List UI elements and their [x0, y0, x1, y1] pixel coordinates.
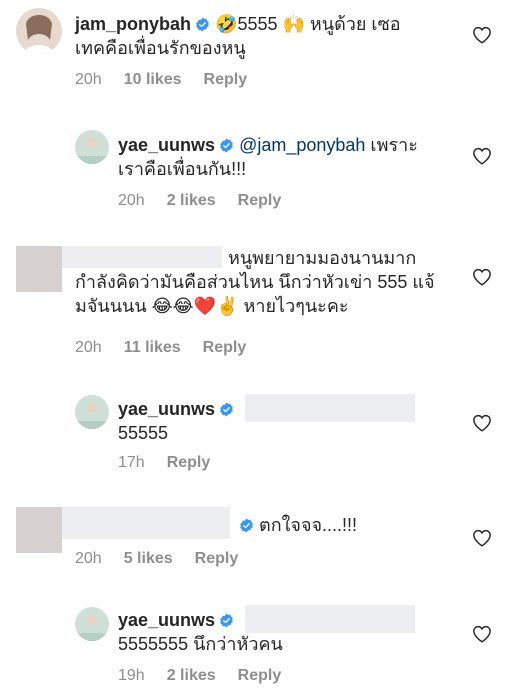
comment-likes[interactable]: 11 likes: [124, 339, 181, 356]
comment-username[interactable]: yae_uunws: [118, 610, 215, 630]
reply-button[interactable]: Reply: [204, 71, 248, 88]
comment-likes[interactable]: 5 likes: [124, 550, 173, 567]
reply-button[interactable]: Reply: [167, 454, 211, 471]
reply-button[interactable]: Reply: [203, 339, 247, 356]
comment-text-line2: เราคือเพื่อนกัน!!!: [118, 159, 247, 179]
avatar-yae-uunws[interactable]: [75, 607, 109, 641]
heart-icon[interactable]: [472, 625, 492, 643]
comment-text-line1: เพราะ: [365, 135, 418, 155]
mention-link[interactable]: @jam_ponybah: [239, 135, 365, 155]
avatar-blurred: [16, 246, 62, 292]
heart-icon[interactable]: [472, 26, 492, 44]
comment-text-line2: กำลังคิดว่ามันคือส่วนไหน นึกว่าหัวเข่า 5…: [75, 272, 435, 292]
comment-username[interactable]: yae_uunws: [118, 399, 215, 419]
avatar-yae-uunws[interactable]: [75, 130, 109, 164]
comment-text-line3: มจันนนน 😂😂❤️✌️ หายไวๆนะคะ: [75, 296, 349, 316]
comment-time: 17h: [118, 454, 145, 471]
reply-button[interactable]: Reply: [238, 192, 282, 209]
comment-text-line1: 🤣5555 🙌 หนูด้วย เซอ: [215, 14, 401, 34]
verified-badge-icon: [219, 138, 234, 153]
reply-button[interactable]: Reply: [238, 667, 282, 684]
heart-icon[interactable]: [472, 414, 492, 432]
comment-text-line2: เทคคือเพื่อนรักของหนู: [75, 38, 246, 58]
comment-time: 20h: [75, 339, 102, 356]
avatar-jam-ponybah[interactable]: [16, 8, 62, 54]
avatar-blurred: [16, 507, 62, 553]
verified-badge-icon: [219, 402, 234, 417]
comment-time: 20h: [75, 550, 102, 567]
comment-text-line1: ตกใจจจ....!!!: [259, 515, 358, 535]
verified-badge-icon: [239, 518, 254, 533]
comment-text-line2: 55555: [118, 423, 169, 443]
comment-username[interactable]: yae_uunws: [118, 135, 215, 155]
comment-text-line2: 5555555 นึกว่าหัวคน: [118, 634, 283, 654]
heart-icon[interactable]: [472, 268, 492, 286]
comment-likes[interactable]: 2 likes: [167, 667, 216, 684]
heart-icon[interactable]: [472, 529, 492, 547]
verified-badge-icon: [195, 17, 210, 32]
comment-likes[interactable]: 2 likes: [167, 192, 216, 209]
comment-time: 20h: [118, 192, 145, 209]
comment-username[interactable]: jam_ponybah: [75, 14, 191, 34]
comment-time: 20h: [75, 71, 102, 88]
comment-text-line1: หนูพยายามมองนานมาก: [228, 248, 417, 268]
comment-time: 19h: [118, 667, 145, 684]
comment-likes[interactable]: 10 likes: [124, 71, 182, 88]
verified-badge-icon: [219, 613, 234, 628]
avatar-yae-uunws[interactable]: [75, 395, 109, 429]
heart-icon[interactable]: [472, 147, 492, 165]
reply-button[interactable]: Reply: [195, 550, 239, 567]
